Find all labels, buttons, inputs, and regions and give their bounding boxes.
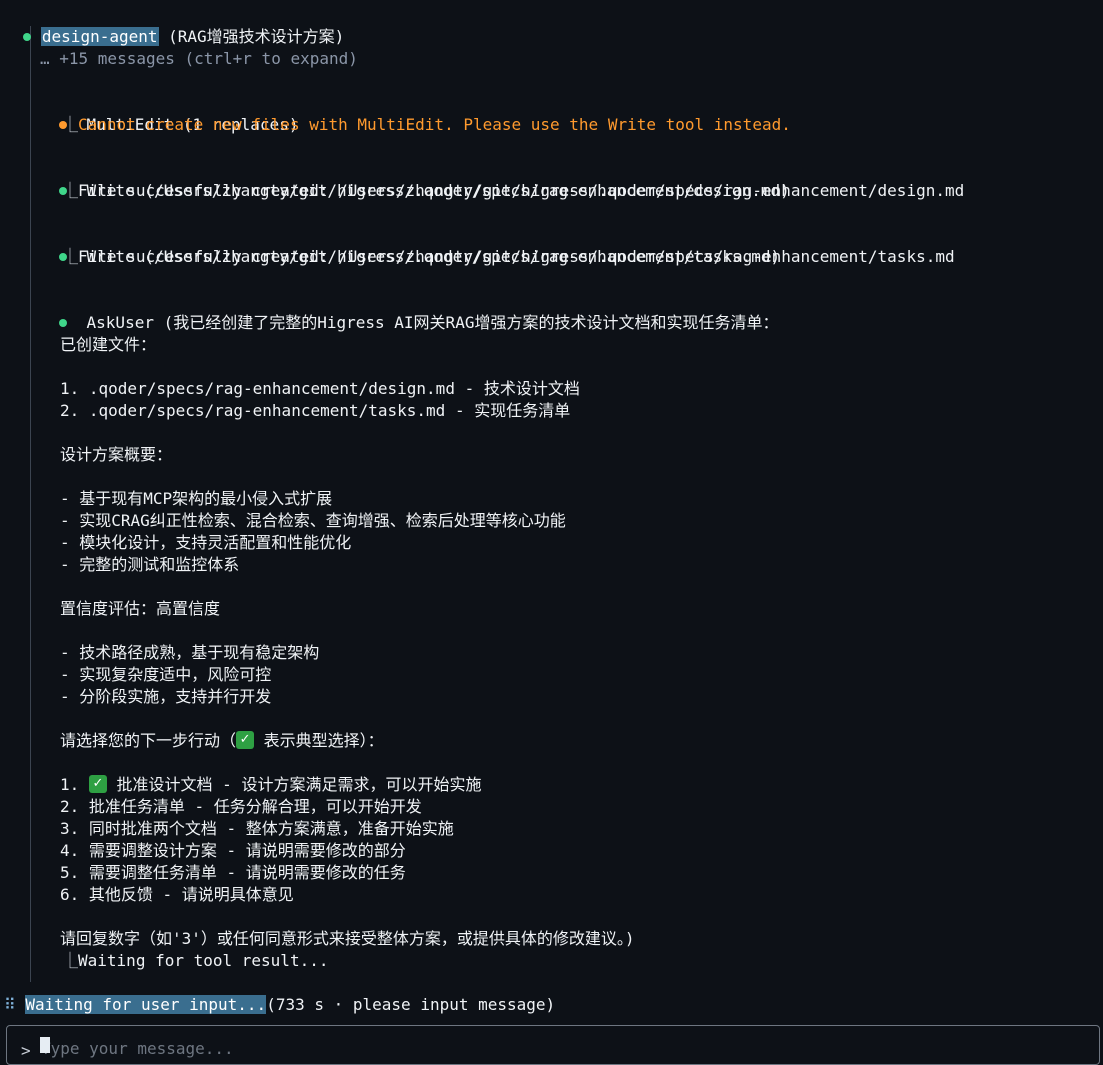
summary-item: - 完整的测试和监控体系 bbox=[60, 555, 240, 574]
tool-call-write-design: Write (/Users/zhangty/git/higress/.qoder… bbox=[40, 158, 790, 200]
option-text: 批准设计文档 - 设计方案满足需求，可以开始实施 bbox=[106, 775, 482, 794]
agent-header: design-agent (RAG增强技术设计方案) bbox=[4, 4, 344, 46]
created-file-item: 1. .qoder/specs/rag-enhancement/design.m… bbox=[60, 379, 580, 398]
option-item[interactable]: 6. 其他反馈 - 请说明具体意见 bbox=[60, 884, 294, 906]
confidence-item: - 分阶段实施，支持并行开发 bbox=[60, 687, 272, 706]
confidence-item: - 实现复杂度适中，风险可控 bbox=[60, 665, 272, 684]
tree-corner-icon: ⎿ bbox=[62, 115, 79, 134]
summary-heading: 设计方案概要： bbox=[60, 445, 173, 464]
summary-item: - 实现CRAG纠正性检索、混合检索、查询增强、检索后处理等核心功能 bbox=[60, 511, 566, 530]
tool-call-write-tasks: Write (/Users/zhangty/git/higress/.qoder… bbox=[40, 224, 780, 266]
option-item[interactable]: 2. 批准任务清单 - 任务分解合理，可以开始开发 bbox=[60, 796, 422, 818]
confidence-item: - 技术路径成熟，基于现有稳定架构 bbox=[60, 643, 320, 662]
option-text: 其他反馈 - 请说明具体意见 bbox=[88, 885, 294, 904]
closing-instruction: 请回复数字（如'3'）或任何同意形式来接受整体方案，或提供具体的修改建议。) bbox=[60, 929, 635, 948]
option-number: 4. bbox=[60, 841, 89, 860]
option-number: 3. bbox=[60, 819, 89, 838]
tool-error-text: Cannot create new files with MultiEdit. … bbox=[78, 115, 791, 134]
success-dot-icon bbox=[59, 318, 68, 327]
tool-result-text: File successfully created: /Users/zhangt… bbox=[78, 181, 965, 200]
option-item[interactable]: 1. ✓ 批准设计文档 - 设计方案满足需求，可以开始实施 bbox=[60, 774, 481, 796]
agent-name[interactable]: design-agent bbox=[40, 27, 159, 46]
option-number: 5. bbox=[60, 863, 89, 882]
confidence-heading: 置信度评估：高置信度 bbox=[60, 599, 221, 618]
message-input[interactable] bbox=[41, 1039, 941, 1058]
choose-prefix: 请选择您的下一步行动（ bbox=[60, 731, 237, 750]
thread-guide-line bbox=[30, 26, 31, 982]
tool-call-askuser: AskUser (我已经创建了完整的Higress AI网关RAG增强方案的技术… bbox=[40, 290, 778, 332]
created-files-heading: 已创建文件： bbox=[60, 335, 157, 354]
collapsed-messages-hint[interactable]: … +15 messages (ctrl+r to expand) bbox=[40, 48, 358, 70]
option-number: 6. bbox=[60, 885, 89, 904]
choose-suffix: 表示典型选择）： bbox=[254, 731, 384, 750]
option-number: 1. bbox=[60, 775, 89, 794]
tool-result-text: File successfully created: /Users/zhangt… bbox=[78, 247, 955, 266]
tool-result-text: Waiting for tool result... bbox=[78, 951, 329, 970]
choose-prompt: 请选择您的下一步行动（ ✓ 表示典型选择）： bbox=[60, 730, 384, 752]
option-text: 同时批准两个文档 - 整体方案满意，准备开始实施 bbox=[88, 819, 454, 838]
status-line: ⠿ Waiting for user input...(733 s · plea… bbox=[4, 994, 555, 1016]
spinner-icon: ⠿ bbox=[4, 995, 16, 1014]
status-detail: (733 s · please input message) bbox=[266, 995, 556, 1014]
status-dot-icon bbox=[23, 32, 32, 41]
tool-call-multiedit: MultiEdit (1 replaces) bbox=[40, 92, 298, 134]
checkmark-icon: ✓ bbox=[236, 731, 255, 749]
tool-result-multiedit: ⎿Cannot create new files with MultiEdit.… bbox=[62, 114, 791, 136]
summary-item: - 模块化设计，支持灵活配置和性能优化 bbox=[60, 533, 352, 552]
checkmark-icon: ✓ bbox=[88, 775, 107, 793]
tool-result-write-tasks: ⎿File successfully created: /Users/zhang… bbox=[62, 246, 955, 268]
tool-result-askuser: ⎿Waiting for tool result... bbox=[62, 950, 328, 972]
option-text: 批准任务清单 - 任务分解合理，可以开始开发 bbox=[88, 797, 422, 816]
agent-description: (RAG增强技术设计方案) bbox=[158, 27, 345, 46]
prompt-icon: > bbox=[21, 1041, 31, 1060]
askuser-title: AskUser (我已经创建了完整的Higress AI网关RAG增强方案的技术… bbox=[86, 313, 779, 332]
tree-corner-icon: ⎿ bbox=[62, 247, 79, 266]
option-item[interactable]: 5. 需要调整任务清单 - 请说明需要修改的任务 bbox=[60, 862, 406, 884]
summary-item: - 基于现有MCP架构的最小侵入式扩展 bbox=[60, 489, 333, 508]
status-label: Waiting for user input... bbox=[25, 995, 267, 1014]
created-file-item: 2. .qoder/specs/rag-enhancement/tasks.md… bbox=[60, 401, 571, 420]
tree-corner-icon: ⎿ bbox=[62, 181, 79, 200]
option-number: 2. bbox=[60, 797, 89, 816]
message-input-box[interactable]: > bbox=[6, 1025, 1100, 1065]
option-text: 需要调整任务清单 - 请说明需要修改的任务 bbox=[88, 863, 406, 882]
tree-corner-icon: ⎿ bbox=[62, 951, 79, 970]
tool-result-write-design: ⎿File successfully created: /Users/zhang… bbox=[62, 180, 964, 202]
option-item[interactable]: 3. 同时批准两个文档 - 整体方案满意，准备开始实施 bbox=[60, 818, 454, 840]
option-text: 需要调整设计方案 - 请说明需要修改的部分 bbox=[88, 841, 406, 860]
option-item[interactable]: 4. 需要调整设计方案 - 请说明需要修改的部分 bbox=[60, 840, 406, 862]
